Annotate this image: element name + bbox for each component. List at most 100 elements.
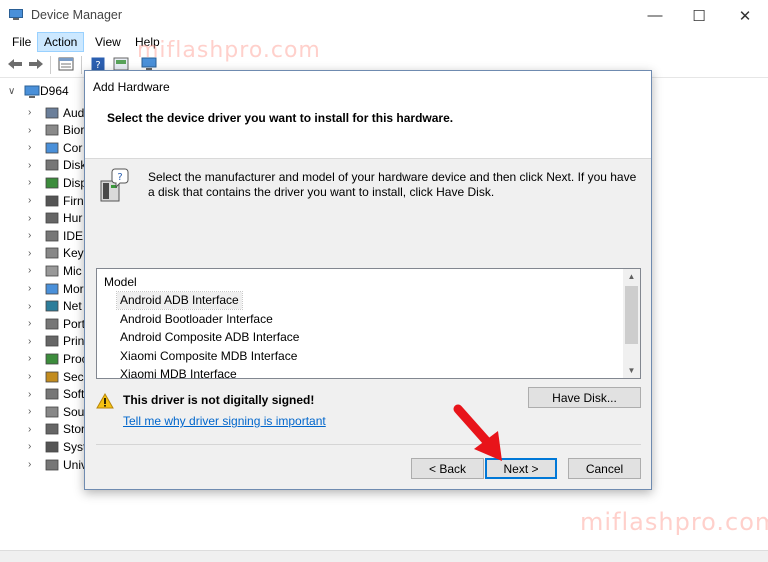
driver-signing-link[interactable]: Tell me why driver signing is important	[123, 414, 326, 428]
tree-node[interactable]: › Univ	[28, 456, 87, 473]
scroll-down-icon[interactable]: ▼	[623, 363, 640, 378]
chevron-right-icon[interactable]: ›	[28, 336, 42, 347]
status-bar	[0, 550, 768, 562]
chevron-right-icon[interactable]: ›	[28, 177, 42, 188]
security-icon	[44, 370, 60, 384]
intro-text: Select the manufacturer and model of you…	[148, 170, 637, 199]
minimize-button[interactable]: —	[632, 0, 678, 31]
scroll-thumb[interactable]	[625, 286, 638, 344]
tree-node-label: Disk	[63, 158, 87, 173]
chevron-right-icon[interactable]: ›	[28, 125, 42, 136]
tree-node[interactable]: › IDE	[28, 227, 83, 244]
chevron-right-icon[interactable]: ›	[28, 248, 42, 259]
model-listbox[interactable]: Model Android ADB Interface Android Boot…	[96, 268, 641, 379]
chevron-right-icon[interactable]: ›	[28, 107, 42, 118]
have-disk-button[interactable]: Have Disk...	[528, 387, 641, 408]
forward-arrow-icon[interactable]	[27, 56, 45, 72]
tree-node-label: Firn	[63, 193, 84, 208]
tree-node[interactable]: › Soft	[28, 386, 84, 403]
chevron-right-icon[interactable]: ›	[28, 283, 42, 294]
chevron-right-icon[interactable]: ›	[28, 353, 42, 364]
network-icon	[44, 299, 60, 313]
tree-node[interactable]: › Key	[28, 245, 84, 262]
dialog-heading: Select the device driver you want to ins…	[107, 111, 454, 125]
disk-icon	[44, 158, 60, 172]
tree-node[interactable]: › Disk	[28, 157, 86, 174]
usb-icon	[44, 458, 60, 472]
chevron-right-icon[interactable]: ›	[28, 213, 42, 224]
chevron-right-icon[interactable]: ›	[28, 441, 42, 452]
chevron-right-icon[interactable]: ›	[28, 142, 42, 153]
list-item[interactable]: Android Composite ADB Interface	[117, 329, 302, 346]
tree-node-label: Aud	[63, 105, 85, 120]
tree-root-label: D964	[40, 84, 69, 98]
firmware-icon	[44, 194, 60, 208]
chevron-down-icon[interactable]: ∨	[8, 86, 20, 97]
menu-file[interactable]: File	[6, 32, 37, 52]
chevron-right-icon[interactable]: ›	[28, 195, 42, 206]
tree-node-label: Stor	[63, 422, 86, 437]
list-item[interactable]: Xiaomi MDB Interface	[117, 366, 240, 378]
processor-icon	[44, 352, 60, 366]
chevron-right-icon[interactable]: ›	[28, 371, 42, 382]
tree-node[interactable]: › Net	[28, 298, 82, 315]
properties-icon[interactable]	[57, 56, 75, 72]
tree-node[interactable]: › Sou	[28, 403, 84, 420]
dialog-header: Select the device driver you want to ins…	[85, 101, 651, 159]
tree-node-label: Soft	[63, 387, 85, 402]
tree-node-label: Sou	[63, 404, 85, 419]
list-item[interactable]: Android ADB Interface	[116, 291, 243, 310]
computer-icon	[24, 85, 40, 98]
list-scrollbar[interactable]: ▲ ▼	[623, 269, 640, 378]
dialog-title: Add Hardware	[93, 80, 170, 94]
scroll-up-icon[interactable]: ▲	[623, 269, 640, 284]
chevron-right-icon[interactable]: ›	[28, 406, 42, 417]
dialog-intro: ? Select the manufacturer and model of y…	[99, 167, 639, 207]
tree-node[interactable]: › Mic	[28, 262, 82, 279]
tree-node[interactable]: › Aud	[28, 104, 84, 121]
tree-node-label: Prin	[63, 334, 85, 349]
chevron-right-icon[interactable]: ›	[28, 318, 42, 329]
tree-node[interactable]: › Hur	[28, 210, 82, 227]
watermark-top: miflashpro.com	[137, 38, 321, 63]
cancel-button[interactable]: Cancel	[568, 458, 641, 479]
warning-icon	[96, 393, 114, 409]
tree-node[interactable]: › Mor	[28, 280, 84, 297]
chevron-right-icon[interactable]: ›	[28, 301, 42, 312]
menu-action[interactable]: Action	[37, 32, 85, 52]
tree-node[interactable]: › Cor	[28, 139, 82, 156]
title-bar: Device Manager — ☐ ✕	[0, 0, 768, 31]
close-button[interactable]: ✕	[722, 0, 768, 31]
hardware-help-icon: ?	[100, 168, 129, 202]
maximize-button[interactable]: ☐	[676, 0, 722, 31]
chevron-right-icon[interactable]: ›	[28, 459, 42, 470]
tree-node[interactable]: › Secu	[28, 368, 90, 385]
menu-view[interactable]: View	[89, 32, 127, 52]
tree-node[interactable]: › Firn	[28, 192, 84, 209]
tree-node-label: Hur	[63, 211, 83, 226]
biometric-icon	[44, 123, 60, 137]
minimize-icon: —	[647, 7, 663, 24]
tree-node-label: Key	[63, 246, 84, 261]
chevron-right-icon[interactable]: ›	[28, 424, 42, 435]
tree-node[interactable]: › Stor	[28, 421, 85, 438]
tree-node[interactable]: › Syst	[28, 438, 86, 455]
add-hardware-dialog: Add Hardware Select the device driver yo…	[84, 70, 652, 490]
tree-node[interactable]: › Prin	[28, 333, 84, 350]
list-item[interactable]: Android Bootloader Interface	[117, 311, 276, 328]
tree-node[interactable]: › Proc	[28, 350, 88, 367]
keyboard-icon	[44, 246, 60, 260]
tree-node[interactable]: › Disp	[28, 174, 87, 191]
tree-node[interactable]: › Port	[28, 315, 85, 332]
back-arrow-icon[interactable]	[6, 56, 24, 72]
chevron-right-icon[interactable]: ›	[28, 265, 42, 276]
system-icon	[44, 440, 60, 454]
chevron-right-icon[interactable]: ›	[28, 389, 42, 400]
chevron-right-icon[interactable]: ›	[28, 160, 42, 171]
model-column-header: Model	[104, 275, 137, 289]
tree-root[interactable]: ∨ D964	[8, 84, 69, 98]
list-item[interactable]: Xiaomi Composite MDB Interface	[117, 348, 300, 365]
tree-node[interactable]: › Bior	[28, 122, 84, 139]
chevron-right-icon[interactable]: ›	[28, 230, 42, 241]
close-icon: ✕	[738, 7, 752, 25]
